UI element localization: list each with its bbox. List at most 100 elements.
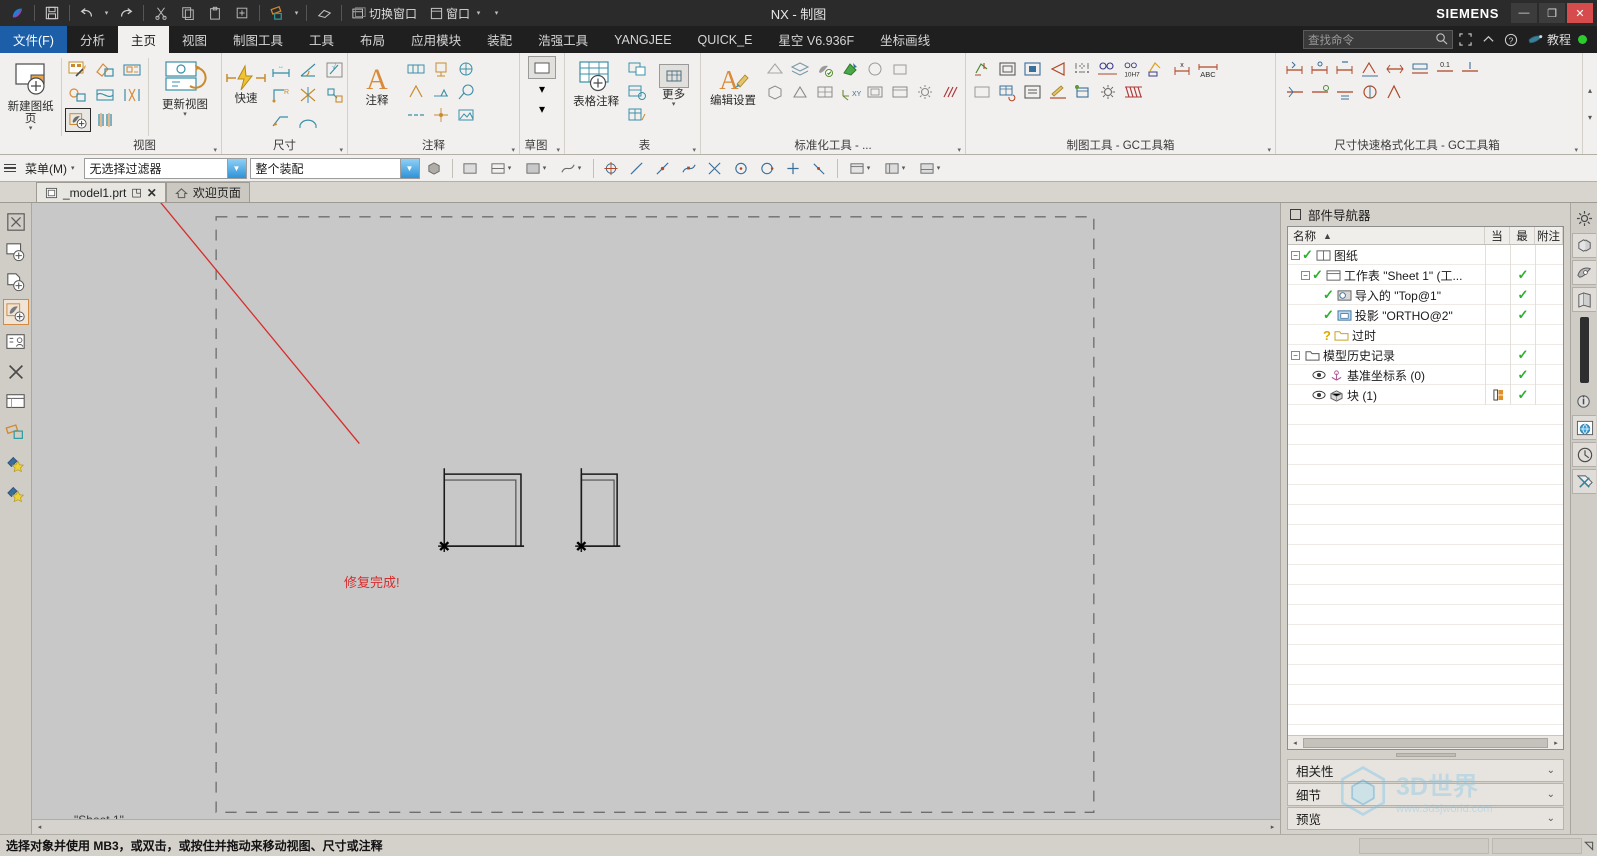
window-menu-caret-icon[interactable]: ▾ <box>473 9 484 17</box>
dim-edit-3-icon[interactable] <box>1333 81 1357 103</box>
document-tab-close-icon[interactable]: ✕ <box>147 186 157 200</box>
tab-home[interactable]: 主页 <box>117 26 169 53</box>
ribbon-group-annotation-caret-icon[interactable]: ▾ <box>511 143 515 154</box>
tree-scroll-right-icon[interactable]: ▸ <box>1549 739 1563 747</box>
settings-gear-icon[interactable] <box>1096 81 1120 103</box>
xyz-icon[interactable]: XYZ <box>838 81 862 103</box>
drawing-template-icon[interactable] <box>813 58 837 80</box>
update-views-caret-icon[interactable]: ▾ <box>183 111 187 118</box>
update-views-button[interactable]: 更新视图 ▾ <box>152 56 218 118</box>
view-border-icon[interactable] <box>996 58 1020 80</box>
select-body-dropdown[interactable]: ▾ <box>520 157 552 180</box>
collapse-ribbon-icon[interactable] <box>1478 29 1499 50</box>
stamp-icon[interactable] <box>863 58 887 80</box>
dim-edit-4-icon[interactable] <box>1358 81 1382 103</box>
layer-visible-caret-icon[interactable]: ▾ <box>902 164 906 172</box>
snap-point-icon[interactable] <box>600 157 623 180</box>
menu-button-caret-icon[interactable]: ▾ <box>71 164 75 172</box>
select-body-caret-icon[interactable]: ▾ <box>543 164 547 172</box>
sketch-profile-icon[interactable] <box>528 56 556 79</box>
ribbon-group-gc-dim-format-caret-icon[interactable]: ▾ <box>1574 143 1578 154</box>
chevron-down-icon[interactable]: ⌄ <box>1547 765 1555 776</box>
command-search-box[interactable]: 查找命令 <box>1302 30 1453 49</box>
angular-dimension-icon[interactable] <box>295 58 321 82</box>
chevron-down-icon[interactable]: ⌄ <box>1547 813 1555 824</box>
ribbon-group-table-caret-icon[interactable]: ▾ <box>692 143 696 154</box>
ribbon-group-sketch-caret-icon[interactable]: ▾ <box>556 143 560 154</box>
feature-control-frame-icon[interactable] <box>404 58 428 80</box>
redo-icon[interactable] <box>113 2 139 24</box>
menu-button[interactable]: 菜单(M) ▾ <box>19 160 81 177</box>
new-page-tool-icon[interactable] <box>3 269 29 295</box>
maximize-button[interactable]: ❐ <box>1539 3 1565 23</box>
render-style-caret-icon[interactable]: ▾ <box>867 164 871 172</box>
drawing-canvas[interactable]: 修复完成! "Sheet 1" ◂ ▸ <box>32 203 1280 834</box>
body-icon[interactable] <box>763 81 787 103</box>
save-icon[interactable] <box>39 2 65 24</box>
table-row[interactable]: ✓ 导入的 "Top@1" ✓ <box>1288 285 1563 305</box>
bend-table-icon[interactable] <box>625 104 649 126</box>
tab-analysis[interactable]: 分析 <box>67 26 118 53</box>
grid-icon[interactable] <box>813 81 837 103</box>
copy-icon[interactable] <box>175 2 201 24</box>
work-layer-caret-icon[interactable]: ▾ <box>937 164 941 172</box>
assembly-navigator-icon[interactable] <box>1572 233 1596 258</box>
standard-parts-icon[interactable] <box>838 58 862 80</box>
gear-icon[interactable] <box>913 81 937 103</box>
tab-xingkong[interactable]: 星空 V6.936F <box>765 26 867 53</box>
select-assembly-icon[interactable] <box>423 157 446 180</box>
broken-view-icon[interactable] <box>92 108 118 132</box>
view-properties-tool-icon[interactable] <box>3 329 29 355</box>
base-view-tool-icon[interactable] <box>2 299 29 325</box>
attribute-icon[interactable] <box>1071 81 1095 103</box>
tab-view[interactable]: 视图 <box>169 26 220 53</box>
tree-scroll-left-icon[interactable]: ◂ <box>1288 739 1302 747</box>
layers-icon[interactable] <box>788 58 812 80</box>
radial-dimension-icon[interactable]: √ <box>322 58 348 82</box>
table-row[interactable]: − ✓ 工作表 "Sheet 1" (工... ✓ <box>1288 265 1563 285</box>
tree-expander[interactable]: − <box>1291 350 1300 360</box>
delete-tool-icon[interactable] <box>3 359 29 385</box>
ribbon-group-gc-drafting-caret-icon[interactable]: ▾ <box>1267 143 1271 154</box>
ribbon-group-standardization-caret-icon[interactable]: ▾ <box>957 143 961 154</box>
snap-point-on-curve-icon[interactable] <box>808 157 831 180</box>
hd3d-tools-icon[interactable] <box>1572 388 1596 413</box>
snap-endpoint-icon[interactable] <box>626 157 649 180</box>
tree-horizontal-scrollbar[interactable]: ◂ ▸ <box>1288 735 1563 749</box>
edit-settings-button[interactable]: A 编辑设置 <box>704 56 762 107</box>
layer-visible-dropdown[interactable]: ▾ <box>879 157 911 180</box>
hole-callout-icon[interactable] <box>268 108 294 132</box>
table-link-icon[interactable] <box>996 81 1020 103</box>
table-row[interactable]: − 模型历史记录 ✓ <box>1288 345 1563 365</box>
sketch-curve-icon[interactable]: ▾ <box>529 79 555 99</box>
undo-caret-icon[interactable]: ▾ <box>101 9 112 17</box>
reuse-library-icon[interactable] <box>1572 287 1596 312</box>
tab-tools[interactable]: 工具 <box>296 26 347 53</box>
format-painter-caret-icon[interactable]: ▾ <box>291 9 302 17</box>
tree-expander[interactable]: − <box>1301 270 1310 280</box>
table-row[interactable]: ? 过时 <box>1288 325 1563 345</box>
close-button[interactable]: ✕ <box>1567 3 1593 23</box>
help-icon[interactable]: ? <box>1501 29 1522 50</box>
part-navigator-tree[interactable]: 名称 ▲ 当 最 附注 − ✓ 图纸 − ✓ 工作表 "Sheet 1" (工.… <box>1287 226 1564 750</box>
selection-scope-arrow-icon[interactable]: ▼ <box>399 158 419 178</box>
undo-icon[interactable] <box>74 2 100 24</box>
accordion-details[interactable]: 细节 ⌄ <box>1287 783 1564 806</box>
tab-drafting-tools[interactable]: 制图工具 <box>220 26 296 53</box>
ribbon-group-dimension-caret-icon[interactable]: ▾ <box>339 143 343 154</box>
datum-target-icon[interactable] <box>454 58 478 80</box>
table-row[interactable]: 块 (1) ✓ <box>1288 385 1563 405</box>
frame-icon[interactable] <box>863 81 887 103</box>
triangle-icon[interactable] <box>788 81 812 103</box>
projected-view-icon[interactable] <box>92 83 118 107</box>
qat-overflow-caret-icon[interactable]: ▾ <box>491 9 502 17</box>
table-row[interactable]: − ✓ 图纸 <box>1288 245 1563 265</box>
seal-icon[interactable] <box>888 58 912 80</box>
dim-pen-icon[interactable] <box>1046 81 1070 103</box>
tutorial-button[interactable]: 教程 <box>1524 31 1591 48</box>
paste-icon[interactable] <box>202 2 228 24</box>
format-painter-icon[interactable] <box>264 2 290 24</box>
paste-special-icon[interactable] <box>229 2 255 24</box>
rapid-dimension-button[interactable]: 快速 <box>225 56 267 105</box>
tab-quick-e[interactable]: QUICK_E <box>685 26 766 53</box>
